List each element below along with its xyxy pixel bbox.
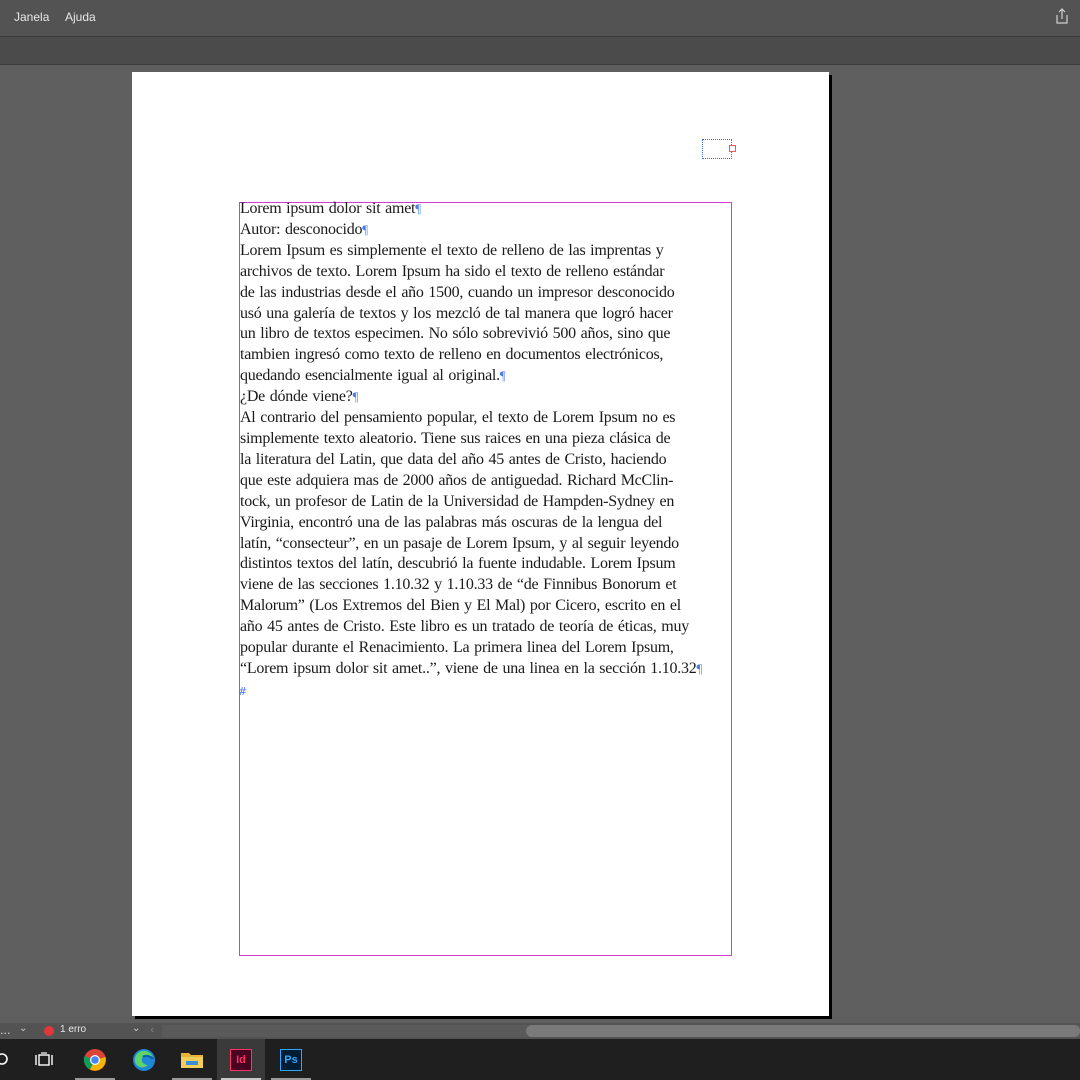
- text-line-content: “Lorem ipsum dolor sit amet..”, viene de…: [240, 659, 697, 677]
- text-line-content: tambien ingresó como texto de relleno en…: [240, 346, 664, 364]
- text-line: simplemente texto aleatorio. Tiene sus r…: [240, 429, 740, 450]
- text-line-content: que este adquiera mas de 2000 años de an…: [240, 471, 674, 489]
- text-line-content: usó una galería de textos y los mezcló d…: [240, 304, 673, 322]
- text-line: ¿De dónde viene?¶: [240, 387, 740, 408]
- text-line-content: de las industrias desde el año 1500, cua…: [240, 283, 675, 301]
- control-panel: [0, 37, 1080, 65]
- chrome-icon[interactable]: [71, 1039, 119, 1080]
- text-line-content: tock, un profesor de Latin de la Univers…: [240, 492, 675, 510]
- text-line: tock, un profesor de Latin de la Univers…: [240, 492, 740, 513]
- menu-ajuda[interactable]: Ajuda: [65, 10, 96, 24]
- edge-icon[interactable]: [120, 1039, 168, 1080]
- chevron-down-icon[interactable]: ⌄: [132, 1023, 140, 1034]
- text-line: Lorem Ipsum es simplemente el texto de r…: [240, 241, 740, 262]
- text-line-content: viene de las secciones 1.10.32 y 1.10.33…: [240, 576, 677, 594]
- pilcrow-icon: ¶: [696, 660, 703, 676]
- file-explorer-icon[interactable]: [168, 1039, 216, 1080]
- text-line: tambien ingresó como texto de relleno en…: [240, 345, 740, 366]
- text-line: año 45 antes de Cristo. Este libro es un…: [240, 617, 740, 638]
- text-line: Virginia, encontró una de las palabras m…: [240, 513, 740, 534]
- menu-bar: Janela Ajuda: [0, 0, 1080, 37]
- chevron-down-icon[interactable]: ⌄: [19, 1023, 27, 1034]
- text-line-content: Lorem Ipsum es simplemente el texto de r…: [240, 241, 664, 259]
- status-bar: ... ⌄ 1 erro ⌄ ‹: [0, 1023, 1080, 1039]
- text-line: viene de las secciones 1.10.32 y 1.10.33…: [240, 575, 740, 596]
- text-line-content: simplemente texto aleatorio. Tiene sus r…: [240, 429, 671, 447]
- photoshop-icon[interactable]: Ps: [267, 1039, 315, 1080]
- pilcrow-icon: ¶: [415, 201, 421, 216]
- text-line: distintos textos del latín, descubrió la…: [240, 554, 740, 575]
- error-indicator-icon: [44, 1026, 54, 1036]
- text-line-content: Virginia, encontró una de las palabras m…: [240, 513, 663, 531]
- text-line: “Lorem ipsum dolor sit amet..”, viene de…: [240, 659, 740, 680]
- text-line-content: un libro de textos especimen. No sólo so…: [240, 325, 671, 343]
- text-line-content: Al contrario del pensamiento popular, el…: [240, 409, 676, 427]
- taskbar: Id Ps: [0, 1039, 1080, 1080]
- text-line: la literatura del Latin, que data del añ…: [240, 450, 740, 471]
- text-line-content: latín, “consecteur”, en un pasaje de Lor…: [240, 534, 679, 552]
- text-line-content: año 45 antes de Cristo. Este libro es un…: [240, 618, 689, 636]
- share-icon[interactable]: [1054, 8, 1070, 24]
- text-line-content: Malorum” (Los Extremos del Bien y El Mal…: [240, 597, 681, 615]
- text-line-content: quedando esencialmente igual al original…: [240, 367, 500, 385]
- indesign-icon[interactable]: Id: [217, 1039, 265, 1080]
- photoshop-label: Ps: [284, 1053, 298, 1066]
- scroll-left-icon[interactable]: ‹: [150, 1023, 154, 1036]
- text-line: archivos de texto. Lorem Ipsum ha sido e…: [240, 262, 740, 283]
- indesign-label: Id: [236, 1053, 246, 1066]
- text-line: latín, “consecteur”, en un pasaje de Lor…: [240, 534, 740, 555]
- text-line-content: Lorem ipsum dolor sit amet: [240, 200, 416, 217]
- status-overflow[interactable]: ...: [0, 1024, 11, 1037]
- horizontal-scrollbar-thumb[interactable]: [526, 1025, 1080, 1037]
- empty-text-frame[interactable]: [702, 139, 736, 159]
- text-line: Autor: desconocido¶: [240, 220, 740, 241]
- text-line: usó una galería de textos y los mezcló d…: [240, 304, 740, 325]
- text-line-content: la literatura del Latin, que data del añ…: [240, 450, 667, 468]
- menu-janela[interactable]: Janela: [14, 10, 49, 24]
- text-line: que este adquiera mas de 2000 años de an…: [240, 471, 740, 492]
- text-line-content: popular durante el Renacimiento. La prim…: [240, 639, 674, 657]
- end-of-story-marker: #: [238, 685, 248, 698]
- text-line: un libro de textos especimen. No sólo so…: [240, 324, 740, 345]
- text-line-content: Autor: desconocido: [240, 220, 363, 238]
- task-view-icon[interactable]: [20, 1039, 68, 1080]
- pilcrow-icon: ¶: [362, 221, 368, 237]
- text-line-content: distintos textos del latín, descubrió la…: [240, 555, 676, 573]
- preflight-errors[interactable]: 1 erro: [60, 1024, 86, 1035]
- text-line: popular durante el Renacimiento. La prim…: [240, 638, 740, 659]
- text-line: quedando esencialmente igual al original…: [240, 366, 740, 387]
- text-line: de las industrias desde el año 1500, cua…: [240, 283, 740, 304]
- text-line: Al contrario del pensamiento popular, el…: [240, 408, 740, 429]
- text-line: Malorum” (Los Extremos del Bien y El Mal…: [240, 596, 740, 617]
- text-line-content: archivos de texto. Lorem Ipsum ha sido e…: [240, 262, 665, 280]
- pilcrow-icon: ¶: [352, 389, 359, 405]
- story-text[interactable]: Lorem ipsum dolor sit amet¶ Autor: descon…: [240, 199, 740, 680]
- pilcrow-icon: ¶: [499, 368, 506, 384]
- text-line: Lorem ipsum dolor sit amet¶: [240, 199, 740, 220]
- text-line-content: ¿De dónde viene?: [240, 388, 353, 406]
- out-port-icon[interactable]: [729, 145, 736, 152]
